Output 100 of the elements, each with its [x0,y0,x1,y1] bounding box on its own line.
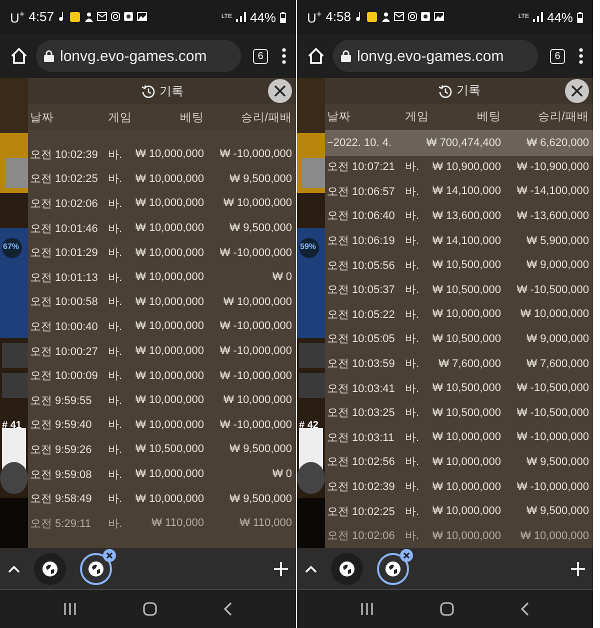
table-cell-text: 바. [405,283,420,298]
table-cell-text: 오전 10:06:40 [327,209,395,224]
table-cell: ₩ 110,000 [152,517,204,530]
table-cell: ₩ -10,000,000 [516,431,589,444]
table-cell-text: 오전 9:59:55 [30,394,92,408]
table-cell-text: 바. [108,418,122,432]
column-header: 베팅 [180,110,204,124]
table-cell-text: 오전 10:02:39 [327,480,395,494]
table-cell-text: 오전 10:03:41 [327,382,395,396]
table-cell-text: 바. [405,529,420,544]
table-cell-text: 바. [108,196,122,211]
table-cell: ₩ -14,100,000 [516,185,589,198]
table-cell: ₩ 700,474,400 [426,136,501,148]
globe-icon [42,560,58,576]
table-cell: ₩ 10,000,000 [136,345,204,358]
table-cell: ₩ -10,500,000 [516,382,589,394]
close-icon [571,85,583,97]
signal-icon [532,12,543,22]
table-cell: ₩ 6,620,000 [526,136,589,148]
tab-button[interactable] [34,552,66,584]
table-cell: ₩ 10,000,000 [136,320,204,332]
table-cell: ₩ 10,000,000 [224,394,292,406]
table-cell: ₩ 10,500,000 [136,443,204,456]
signal-icon [236,12,246,22]
camera-icon [110,12,120,22]
table-cell: ₩ 9,000,000 [526,332,589,345]
home-icon[interactable] [440,602,454,616]
chevron-up-icon[interactable] [8,564,20,572]
tab-close-button[interactable] [103,548,116,562]
table-cell-text: 오전 10:03:59 [327,357,395,372]
column-header: 베팅 [477,110,501,124]
table-cell: ₩ 10,000,000 [136,468,204,480]
recents-icon[interactable] [63,602,77,616]
tab-count-button[interactable]: 6 [253,48,268,64]
address-bar[interactable]: lonvg.evo-games.com [333,40,538,72]
table-cell: ₩ 10,500,000 [432,332,501,345]
table-cell-text: 오전 10:02:06 [327,529,395,544]
table-cell: ₩ 10,000,000 [136,222,204,234]
plus-icon[interactable] [571,562,585,576]
table-cell-text: 바. [108,172,122,186]
table-cell: ₩ -10,000,000 [220,148,292,160]
table-cell: ₩ 10,000,000 [224,197,292,210]
tab-close-button[interactable] [400,548,413,562]
table-cell: ₩ 10,000,000 [432,431,501,444]
camera-icon [408,12,417,22]
table-cell: ₩ 10,500,000 [432,406,501,419]
table-cell: ₩ -10,000,000 [516,480,589,493]
table-cell-text: 바. [108,516,122,531]
table-cell: ₩ 10,000,000 [432,480,501,493]
home-icon[interactable] [143,602,157,616]
menu-icon[interactable] [282,48,286,64]
image-icon [434,12,444,22]
table-cell: ₩ 10,000,000 [520,308,589,320]
menu-icon[interactable] [579,48,583,64]
table-cell: ₩ 10,000,000 [432,308,501,320]
table-cell-text: 바. [108,492,122,506]
table-cell: ₩ 0 [272,271,292,284]
tab-button[interactable] [331,552,363,584]
table-cell-text: 오전 10:06:19 [327,234,395,248]
table-cell-text: 바. [405,184,420,199]
table-cell: ₩ 14,100,000 [432,234,501,247]
game-label: # 41 [2,420,22,431]
table-cell-text: 바. [108,468,122,482]
back-icon[interactable] [520,602,530,616]
status-time: 4:58 [326,9,351,24]
table-cell: ₩ 10,900,000 [432,160,501,173]
chevron-up-icon[interactable] [305,564,317,572]
table-cell-text: 바. [108,442,122,457]
battery-percent: 44% [546,10,573,24]
table-cell: ₩ -10,900,000 [516,160,589,173]
table-cell-text: 바. [405,258,420,273]
table-cell-text: 바. [108,394,122,408]
table-cell: ₩ 10,000,000 [136,172,204,185]
column-header: 승리/패배 [538,110,589,124]
table-cell-text: 오전 10:03:11 [327,430,394,445]
table-cell-text: 바. [405,406,420,420]
tab-count-button[interactable]: 6 [550,48,565,64]
column-header: 날짜 [30,110,54,124]
table-cell-text: 바. [405,308,420,322]
table-cell-text: 바. [108,222,122,236]
table-cell-text: 오전 10:05:56 [327,258,395,273]
table-cell: ₩ 9,000,000 [526,259,589,272]
table-cell-text: 바. [405,332,420,346]
image-icon [136,12,147,22]
column-header: 게임 [405,110,429,124]
mail-icon [394,12,404,22]
table-cell: ₩ -10,500,000 [516,406,589,419]
table-cell-text: 오전 10:00:09 [30,369,98,384]
plus-icon[interactable] [274,562,288,576]
table-cell: ₩ 10,000,000 [136,197,204,210]
back-icon[interactable] [223,602,233,616]
recents-icon[interactable] [360,602,374,616]
address-bar[interactable]: lonvg.evo-games.com [36,40,241,72]
table-cell-text: 오전 5:29:11 [30,516,91,531]
status-time: 4:57 [28,9,54,24]
app-icon [70,12,80,22]
panel-title: 기록 [456,82,480,100]
lock-icon [44,50,54,62]
table-cell-text: 오전 10:00:27 [30,344,98,359]
figure-icon [380,12,390,22]
